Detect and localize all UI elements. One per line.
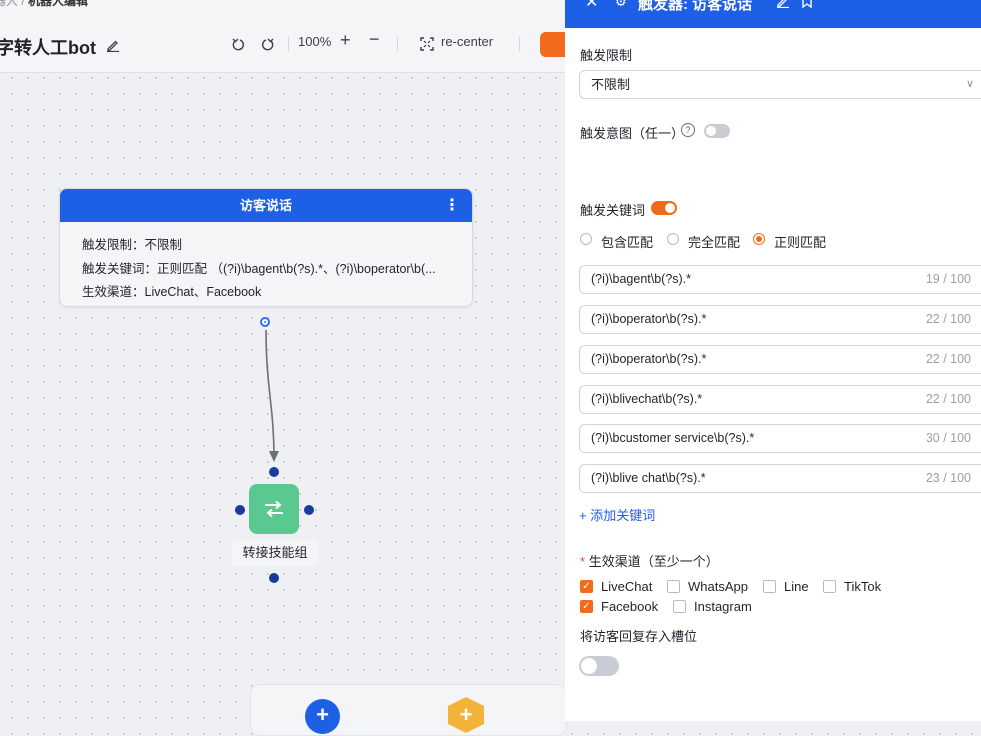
- node-limit-line: 触发限制：不限制: [82, 238, 183, 252]
- edit-icon[interactable]: [776, 0, 790, 8]
- keyword-value: (?i)\bagent\b(?s).*: [591, 272, 692, 286]
- trigger-icon: ⚙: [615, 0, 627, 9]
- keyword-input[interactable]: (?i)\boperator\b(?s).* 22 / 100 ×: [579, 305, 981, 334]
- output-port[interactable]: [260, 317, 270, 327]
- keyword-value: (?i)\boperator\b(?s).*: [591, 352, 707, 366]
- breadcrumb-prefix[interactable]: 器人 /: [0, 0, 25, 8]
- zoom-in-icon[interactable]: +: [340, 30, 351, 51]
- trigger-node-card[interactable]: 访客说话 ⋮ 触发限制：不限制 触发关键词：正则匹配 （(?i)\bagent\…: [59, 188, 473, 307]
- save-reply-label: 将访客回复存入槽位: [580, 629, 698, 644]
- keyword-char-count: 22 / 100: [925, 392, 971, 406]
- bot-title: 字转人工bot: [0, 38, 96, 58]
- keyword-label: 触发关键词: [580, 203, 646, 218]
- undo-icon[interactable]: [231, 37, 246, 52]
- intent-label: 触发意图（任一）: [580, 126, 685, 141]
- bookmark-icon[interactable]: [801, 0, 813, 8]
- transfer-icon: [265, 500, 283, 518]
- redo-icon[interactable]: [260, 37, 275, 52]
- intent-toggle[interactable]: [704, 124, 730, 138]
- zoom-out-icon[interactable]: −: [369, 29, 380, 50]
- toolbar-divider: [288, 37, 289, 51]
- panel-header: ✕ ⚙ 触发器: 访客说话: [565, 0, 981, 28]
- add-node-bar: [250, 684, 567, 736]
- channel-checkbox-line[interactable]: [763, 580, 776, 593]
- channel-label-facebook[interactable]: Facebook: [601, 599, 658, 614]
- breadcrumb: 器人 / 机器人编辑: [0, 0, 88, 9]
- limit-select-value: 不限制: [591, 77, 631, 92]
- port-left[interactable]: [235, 505, 245, 515]
- keyword-char-count: 22 / 100: [925, 352, 971, 366]
- panel-title: 触发器: 访客说话: [638, 0, 753, 13]
- radio-regex-label[interactable]: 正则匹配: [774, 232, 826, 251]
- channel-label-line[interactable]: Line: [784, 579, 809, 594]
- add-node-button[interactable]: +: [305, 699, 340, 734]
- required-mark: *: [580, 554, 586, 569]
- channels-label-text: 生效渠道（至少一个）: [588, 554, 719, 569]
- channel-checkbox-instagram[interactable]: [673, 600, 686, 613]
- add-keyword-link[interactable]: + 添加关键词: [579, 505, 655, 524]
- transfer-skill-node[interactable]: [249, 484, 299, 534]
- port-right[interactable]: [304, 505, 314, 515]
- node-channel-line: 生效渠道：LiveChat、Facebook: [82, 285, 262, 299]
- breadcrumb-current: 机器人编辑: [28, 0, 89, 8]
- radio-contains[interactable]: [580, 233, 592, 245]
- close-icon[interactable]: ✕: [585, 0, 598, 12]
- node-keyword-line: 触发关键词：正则匹配 （(?i)\bagent\b(?s).*、(?i)\bop…: [82, 262, 436, 276]
- keyword-input[interactable]: (?i)\bcustomer service\b(?s).* 30 / 100 …: [579, 424, 981, 453]
- keyword-value: (?i)\blive chat\b(?s).*: [591, 471, 706, 485]
- keyword-toggle[interactable]: [651, 201, 677, 215]
- channel-label-livechat[interactable]: LiveChat: [601, 579, 652, 594]
- port-bottom[interactable]: [269, 573, 279, 583]
- recenter-button[interactable]: re-center: [441, 34, 493, 49]
- channel-checkbox-tiktok[interactable]: [823, 580, 836, 593]
- skill-node-label: 转接技能组: [232, 540, 318, 566]
- keyword-input[interactable]: (?i)\blive chat\b(?s).* 23 / 100 ×: [579, 464, 981, 493]
- channel-label-tiktok[interactable]: TikTok: [844, 579, 881, 594]
- keyword-value: (?i)\blivechat\b(?s).*: [591, 392, 703, 406]
- keyword-input[interactable]: (?i)\bagent\b(?s).* 19 / 100 ×: [579, 265, 981, 294]
- save-reply-toggle[interactable]: [579, 656, 619, 676]
- edit-icon[interactable]: [106, 38, 120, 52]
- radio-contains-label[interactable]: 包含匹配: [601, 232, 653, 251]
- more-icon[interactable]: ⋮: [444, 189, 460, 222]
- keyword-char-count: 22 / 100: [925, 312, 971, 326]
- radio-exact-label[interactable]: 完全匹配: [688, 232, 740, 251]
- radio-exact[interactable]: [667, 233, 679, 245]
- channel-checkbox-livechat[interactable]: ✓: [580, 580, 593, 593]
- connection-edge: [265, 329, 279, 462]
- node-title: 访客说话: [239, 198, 292, 213]
- keyword-input[interactable]: (?i)\boperator\b(?s).* 22 / 100 ×: [579, 345, 981, 374]
- keyword-char-count: 30 / 100: [925, 431, 971, 445]
- radio-regex[interactable]: [753, 233, 765, 245]
- keyword-char-count: 23 / 100: [925, 471, 971, 485]
- channel-checkbox-facebook[interactable]: ✓: [580, 600, 593, 613]
- keyword-char-count: 19 / 100: [925, 272, 971, 286]
- limit-select[interactable]: 不限制 ∨: [579, 70, 981, 99]
- keyword-value: (?i)\bcustomer service\b(?s).*: [591, 431, 755, 445]
- keyword-value: (?i)\boperator\b(?s).*: [591, 312, 707, 326]
- channels-label: * 生效渠道（至少一个）: [580, 551, 719, 570]
- channel-checkbox-whatsapp[interactable]: [667, 580, 680, 593]
- toolbar-divider: [397, 37, 398, 51]
- keyword-input[interactable]: (?i)\blivechat\b(?s).* 22 / 100 ×: [579, 385, 981, 414]
- channel-label-whatsapp[interactable]: WhatsApp: [688, 579, 748, 594]
- toolbar-divider: [519, 37, 520, 51]
- input-port-top[interactable]: [269, 467, 279, 477]
- help-icon[interactable]: ?: [681, 123, 695, 137]
- limit-label: 触发限制: [580, 48, 633, 63]
- chevron-down-icon: ∨: [965, 78, 974, 90]
- channel-label-instagram[interactable]: Instagram: [694, 599, 752, 614]
- recenter-icon[interactable]: [420, 37, 434, 51]
- zoom-level: 100%: [298, 34, 332, 49]
